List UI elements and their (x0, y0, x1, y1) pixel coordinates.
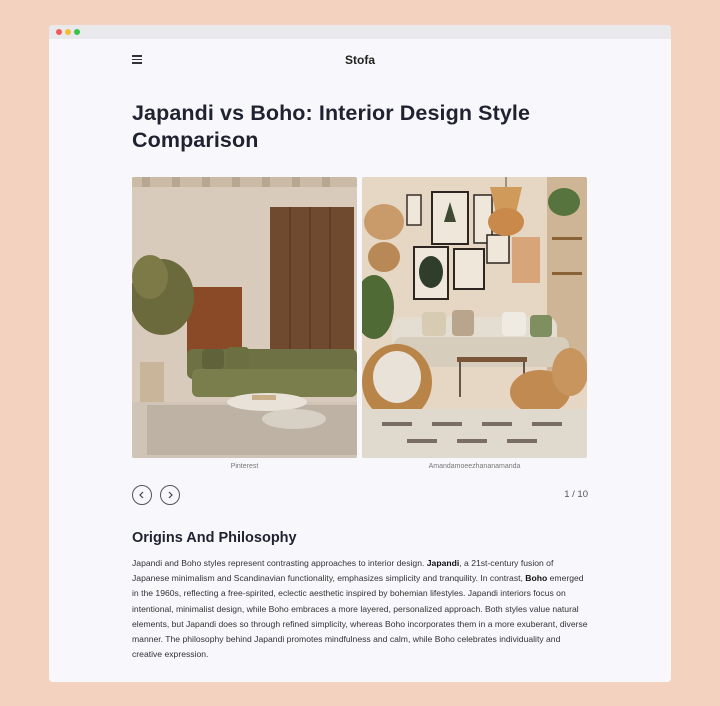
gallery-controls: 1 / 10 (132, 485, 588, 505)
gallery-item-japandi[interactable]: Pinterest (132, 177, 357, 470)
paragraph-text: Japandi and Boho styles represent contra… (132, 558, 427, 568)
maximize-window-dot[interactable] (74, 29, 80, 35)
gallery-item-boho[interactable]: Amandamoeezhananamanda (362, 177, 587, 470)
next-button[interactable] (160, 485, 180, 505)
article-paragraph: Japandi and Boho styles represent contra… (132, 556, 588, 662)
minimize-window-dot[interactable] (65, 29, 71, 35)
bold-term-boho: Boho (525, 573, 548, 584)
image-caption: Amandamoeezhananamanda (428, 463, 521, 470)
chevron-right-icon (168, 491, 173, 499)
site-header: Stofa (132, 39, 588, 81)
paragraph-text: emerged in the 1960s, reflecting a free-… (132, 573, 588, 660)
browser-window: Stofa Japandi vs Boho: Interior Design S… (49, 25, 671, 682)
section-heading: Origins And Philosophy (132, 530, 297, 546)
chevron-left-icon (139, 491, 144, 499)
bold-term-japandi: Japandi (426, 558, 460, 568)
article-page: Stofa Japandi vs Boho: Interior Design S… (132, 39, 588, 662)
image-caption: Pinterest (230, 463, 259, 470)
gallery-pager: 1 / 10 (564, 489, 588, 500)
close-window-dot[interactable] (56, 29, 62, 35)
article-title: Japandi vs Boho: Interior Design Style C… (132, 101, 531, 152)
previous-button[interactable] (132, 485, 152, 505)
boho-room-image (362, 177, 587, 458)
window-titlebar (49, 25, 671, 39)
image-gallery: Pinterest Amandamoeezhananamanda (132, 177, 588, 470)
site-logo[interactable]: Stofa (132, 53, 588, 67)
japandi-room-image (132, 177, 357, 458)
